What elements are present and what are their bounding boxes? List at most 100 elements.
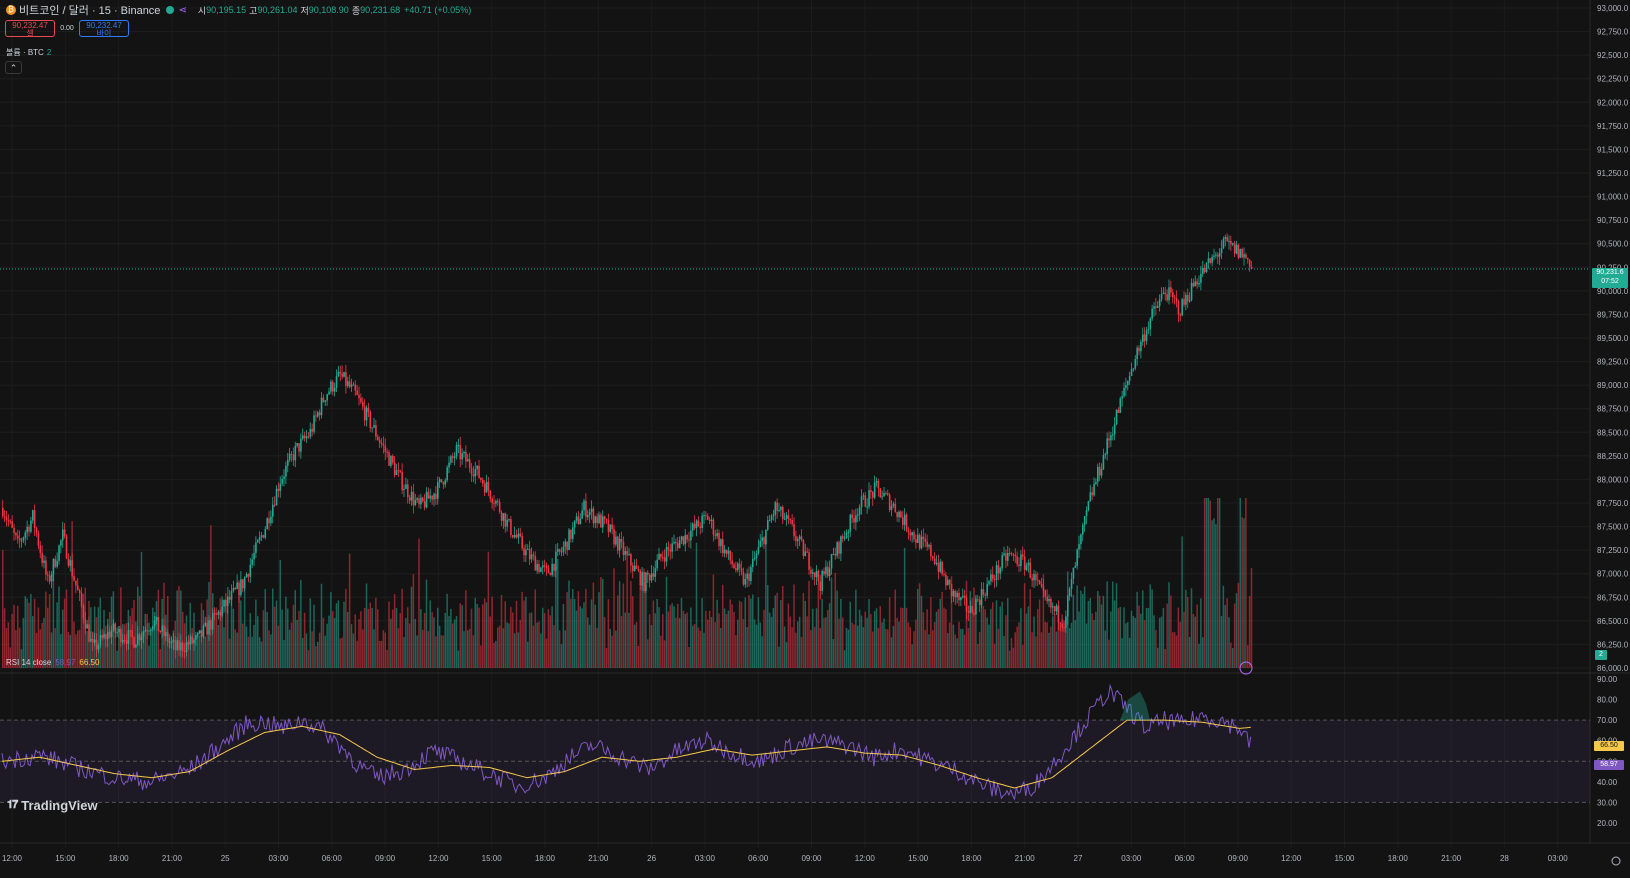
volume-bar <box>1031 632 1033 668</box>
volume-bar <box>662 614 664 668</box>
rsi-legend[interactable]: RSI 14 close 58.97 66.50 <box>6 658 99 667</box>
sell-button[interactable]: 90,232.47 셀 <box>5 20 55 38</box>
volume-bar <box>1104 630 1106 668</box>
candle-body <box>1037 580 1039 582</box>
candle-body <box>1040 584 1043 587</box>
volume-bar <box>1145 607 1148 668</box>
volume-bar <box>624 612 626 668</box>
candle-body <box>875 480 878 483</box>
candle-body <box>303 435 306 439</box>
volume-bar <box>748 594 750 668</box>
candle-body <box>1119 398 1122 413</box>
candle-body <box>41 552 43 563</box>
volume-bar <box>506 622 508 668</box>
candle-body <box>847 531 850 533</box>
buy-button[interactable]: 90,232.47 바이 <box>79 20 129 38</box>
candle-body <box>806 551 808 553</box>
volume-bar <box>909 627 911 668</box>
volume-bar <box>512 612 514 668</box>
share-icon[interactable]: ⋖ <box>178 5 186 16</box>
candle-body <box>1222 238 1225 249</box>
candle-body <box>615 536 617 545</box>
rsi-legend-label: RSI 14 close <box>6 658 52 667</box>
chart-title[interactable]: 비트코인 / 달러 · 15 · Binance <box>19 2 160 18</box>
candle-body <box>525 549 527 556</box>
candle-body <box>129 630 132 632</box>
tradingview-logo[interactable]: 𝟏𝟕 TradingView <box>7 798 98 813</box>
candle-body <box>328 391 330 395</box>
candle-body <box>881 496 883 498</box>
candle-body <box>444 480 447 485</box>
candle-body <box>97 645 100 650</box>
candle-body <box>932 556 934 559</box>
candle-body <box>1035 574 1037 581</box>
candle-body <box>915 539 917 543</box>
volume-bar <box>405 618 407 668</box>
candle-body <box>592 508 595 524</box>
candle-body <box>377 436 379 441</box>
volume-bar <box>898 621 900 668</box>
candle-body <box>557 549 559 552</box>
candle-body <box>585 500 587 518</box>
candle-body <box>1005 553 1007 561</box>
collapse-legend-button[interactable]: ⌃ <box>5 61 22 74</box>
candle-body <box>928 545 930 547</box>
candle-body <box>482 479 484 484</box>
candle-body <box>1053 606 1056 612</box>
candle-body <box>995 565 998 581</box>
rsi-tick-label: 90.00 <box>1597 675 1618 684</box>
candle-body <box>710 519 713 522</box>
chart-canvas[interactable]: 93,000.0 92,750.0 92,500.0 92,250.0 92,000.0… <box>0 0 1630 878</box>
volume-bar <box>1132 616 1135 668</box>
volume-bar <box>836 590 838 668</box>
candle-body <box>735 568 737 571</box>
rsi-tag: 58.97 <box>1594 760 1624 770</box>
volume-bar <box>215 607 218 668</box>
candle-body <box>600 514 602 528</box>
candle-body <box>810 569 812 574</box>
volume-bar <box>538 621 540 668</box>
candle-body <box>813 572 816 578</box>
volume-bar <box>350 624 353 668</box>
bitcoin-icon: ₿ <box>6 5 16 15</box>
candle-body <box>622 542 625 555</box>
volume-bar <box>798 616 801 668</box>
volume-bar <box>570 598 572 668</box>
volume-bar <box>433 617 435 668</box>
market-status-icon[interactable] <box>166 6 175 14</box>
volume-bar <box>138 595 141 668</box>
candle-body <box>172 640 175 642</box>
volume-bar <box>755 624 758 668</box>
candle-body <box>463 451 465 454</box>
volume-bar <box>1007 598 1009 668</box>
price-tick-label: 92,250.0 <box>1597 75 1629 84</box>
candle-body <box>703 515 705 517</box>
candle-body <box>879 488 882 498</box>
volume-bar <box>395 607 398 668</box>
volume-legend[interactable]: 볼륨 · BTC 2 <box>6 47 51 58</box>
price-tick-label: 91,250.0 <box>1597 169 1629 178</box>
candle-body <box>227 596 229 606</box>
candle-body <box>947 579 949 586</box>
volume-bar <box>752 594 754 668</box>
candle-body <box>257 540 259 543</box>
candle-body <box>635 565 638 569</box>
volume-bar <box>783 626 786 668</box>
volume-bar <box>382 630 385 668</box>
candle-body <box>570 529 572 539</box>
volume-bar <box>1102 595 1105 668</box>
candle-body <box>155 617 158 621</box>
volume-bar <box>772 608 775 668</box>
volume-bar <box>393 594 396 668</box>
candle-body <box>1138 347 1140 352</box>
candle-body <box>817 571 820 582</box>
candle-body <box>457 444 460 446</box>
candle-body <box>742 571 745 585</box>
volume-bar <box>992 602 994 668</box>
candle-body <box>273 504 276 506</box>
candle-body <box>330 381 332 392</box>
candle-body <box>86 624 88 629</box>
candle-body <box>667 547 670 550</box>
candle-body <box>17 535 19 539</box>
candle-body <box>283 476 285 479</box>
